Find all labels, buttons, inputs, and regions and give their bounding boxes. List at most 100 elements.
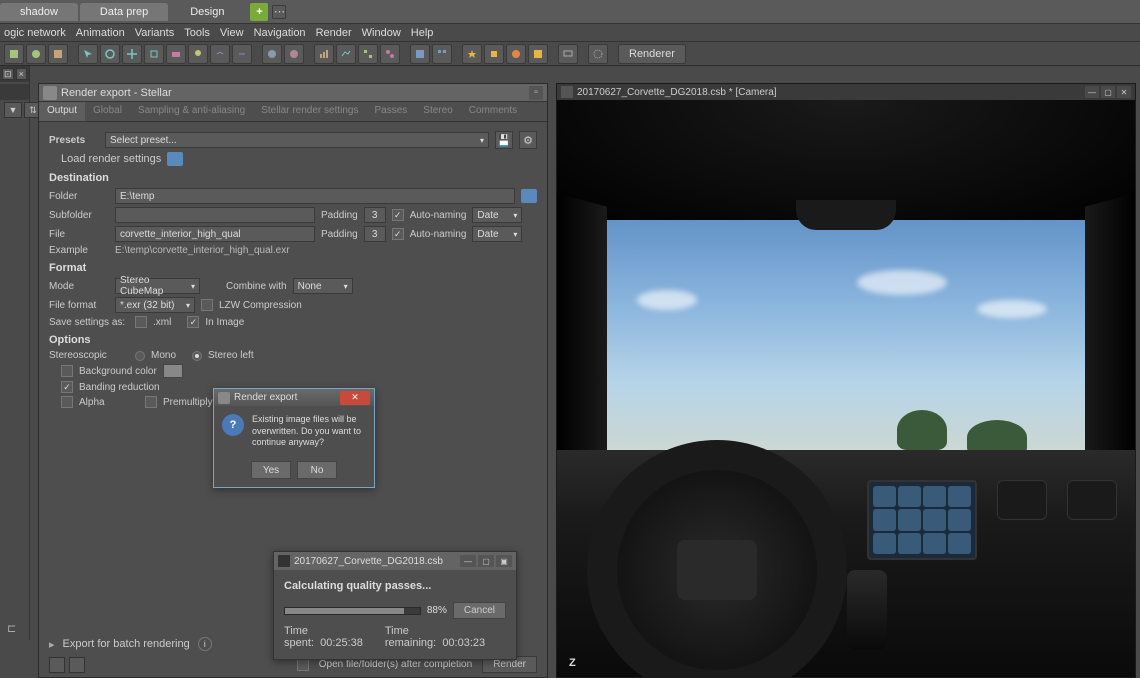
menu-tools[interactable]: Tools	[184, 27, 210, 39]
confirm-titlebar[interactable]: Render export ✕	[214, 389, 374, 406]
tool-grid-icon[interactable]	[432, 44, 452, 64]
tool-tree-icon[interactable]	[358, 44, 378, 64]
file-input[interactable]	[115, 226, 315, 242]
banding-check[interactable]	[61, 381, 73, 393]
subfolder-autoname-check[interactable]	[392, 209, 404, 221]
menu-view[interactable]: View	[220, 27, 244, 39]
expand-icon[interactable]: ▸	[49, 638, 55, 651]
presets-select[interactable]: Select preset...	[105, 132, 489, 148]
open-after-check[interactable]	[297, 659, 309, 671]
close-icon[interactable]: ▫	[529, 86, 543, 100]
render-export-titlebar[interactable]: Render export - Stellar ▫	[39, 84, 547, 102]
preset-setting-icon[interactable]: ⚙	[519, 131, 537, 149]
renderer-button[interactable]: Renderer	[618, 44, 686, 64]
menu-navigation[interactable]: Navigation	[254, 27, 306, 39]
tool-monitor-icon[interactable]	[558, 44, 578, 64]
tab-menu-icon[interactable]: ⋯	[272, 5, 286, 19]
progress-titlebar[interactable]: 20170627_Corvette_DG2018.csb — ▢ ▣	[274, 552, 516, 570]
close-progress-icon[interactable]: ▣	[496, 555, 512, 567]
lzw-check[interactable]	[201, 299, 213, 311]
tool-scale-icon[interactable]	[144, 44, 164, 64]
tab-global[interactable]: Global	[85, 102, 130, 121]
tool-render-icon[interactable]	[588, 44, 608, 64]
app-tab-dataprep[interactable]: Data prep	[80, 3, 168, 21]
menu-variants[interactable]: Variants	[135, 27, 175, 39]
alpha-check[interactable]	[61, 396, 73, 408]
browse-folder-icon[interactable]	[521, 189, 537, 203]
vp-minimize-icon[interactable]: —	[1085, 86, 1099, 98]
tool-paint-icon[interactable]	[484, 44, 504, 64]
maximize-icon[interactable]: ▢	[478, 555, 494, 567]
tool-cam-icon[interactable]	[166, 44, 186, 64]
subfolder-input[interactable]	[115, 207, 315, 223]
filter-icon[interactable]: ▼	[4, 102, 22, 118]
confirm-close-icon[interactable]: ✕	[340, 391, 370, 405]
tool-scene-icon[interactable]	[26, 44, 46, 64]
tab-stellar[interactable]: Stellar render settings	[253, 102, 366, 121]
tool-select-icon[interactable]	[78, 44, 98, 64]
tool-move-icon[interactable]	[122, 44, 142, 64]
tool-clip-icon[interactable]	[4, 44, 24, 64]
tool-layer-icon[interactable]	[410, 44, 430, 64]
tool-light-icon[interactable]	[188, 44, 208, 64]
tool-texture-icon[interactable]	[506, 44, 526, 64]
minimize-icon[interactable]: —	[460, 555, 476, 567]
tool-graph-icon[interactable]	[336, 44, 356, 64]
view-thumb-icon[interactable]	[69, 657, 85, 673]
stereoleft-radio[interactable]	[192, 351, 202, 361]
viewport-titlebar[interactable]: 20170627_Corvette_DG2018.csb * [Camera] …	[557, 84, 1135, 100]
vp-maximize-icon[interactable]: ▢	[1101, 86, 1115, 98]
padding-sub-input[interactable]	[364, 207, 386, 223]
view-list-icon[interactable]	[49, 657, 65, 673]
combine-select[interactable]: None	[293, 278, 353, 294]
cancel-button[interactable]: Cancel	[453, 602, 506, 619]
folder-open-icon[interactable]	[167, 152, 183, 166]
preset-save-icon[interactable]: 💾	[495, 131, 513, 149]
tool-chart-icon[interactable]	[314, 44, 334, 64]
left-pane-close-icon[interactable]: ×	[16, 68, 28, 80]
no-button[interactable]: No	[297, 461, 337, 479]
padding-file-input[interactable]	[364, 226, 386, 242]
tab-passes[interactable]: Passes	[367, 102, 416, 121]
tool-mat1-icon[interactable]	[262, 44, 282, 64]
info-icon[interactable]: i	[198, 637, 212, 651]
app-tab-design[interactable]: Design	[170, 3, 244, 21]
xml-check[interactable]	[135, 316, 147, 328]
render-export-title: Render export - Stellar	[61, 87, 529, 99]
app-tab-shadow[interactable]: shadow	[0, 3, 78, 21]
bgcolor-check[interactable]	[61, 365, 73, 377]
mono-radio[interactable]	[135, 351, 145, 361]
tool-geom-icon[interactable]	[48, 44, 68, 64]
tool-pattern-icon[interactable]	[528, 44, 548, 64]
menu-logicnetwork[interactable]: ogic network	[4, 27, 66, 39]
left-pane-pin-icon[interactable]: ⊡	[2, 68, 14, 80]
menu-help[interactable]: Help	[411, 27, 434, 39]
file-date-select[interactable]: Date	[472, 226, 522, 242]
tab-comments[interactable]: Comments	[461, 102, 525, 121]
dock-pin-icon[interactable]: ⊏	[7, 622, 23, 638]
tab-output[interactable]: Output	[39, 102, 85, 121]
subfolder-date-select[interactable]: Date	[472, 207, 522, 223]
tab-sampling[interactable]: Sampling & anti-aliasing	[130, 102, 253, 121]
add-tab-button[interactable]: +	[250, 3, 268, 21]
tool-nodes-icon[interactable]	[380, 44, 400, 64]
tool-rotate-icon[interactable]	[100, 44, 120, 64]
vp-close-icon[interactable]: ✕	[1117, 86, 1131, 98]
menu-render[interactable]: Render	[316, 27, 352, 39]
yes-button[interactable]: Yes	[251, 461, 291, 479]
menu-window[interactable]: Window	[362, 27, 401, 39]
viewport-render[interactable]: Z	[557, 100, 1135, 677]
premult-check[interactable]	[145, 396, 157, 408]
tab-stereo[interactable]: Stereo	[415, 102, 460, 121]
tool-fav-icon[interactable]	[462, 44, 482, 64]
menu-animation[interactable]: Animation	[76, 27, 125, 39]
tool-unlink-icon[interactable]	[232, 44, 252, 64]
mode-select[interactable]: Stereo CubeMap	[115, 278, 200, 294]
file-autoname-check[interactable]	[392, 228, 404, 240]
bgcolor-swatch[interactable]	[163, 364, 183, 378]
tool-mat2-icon[interactable]	[284, 44, 304, 64]
tool-link-icon[interactable]	[210, 44, 230, 64]
folder-input[interactable]	[115, 188, 515, 204]
inimage-check[interactable]	[187, 316, 199, 328]
fileformat-select[interactable]: *.exr (32 bit)	[115, 297, 195, 313]
